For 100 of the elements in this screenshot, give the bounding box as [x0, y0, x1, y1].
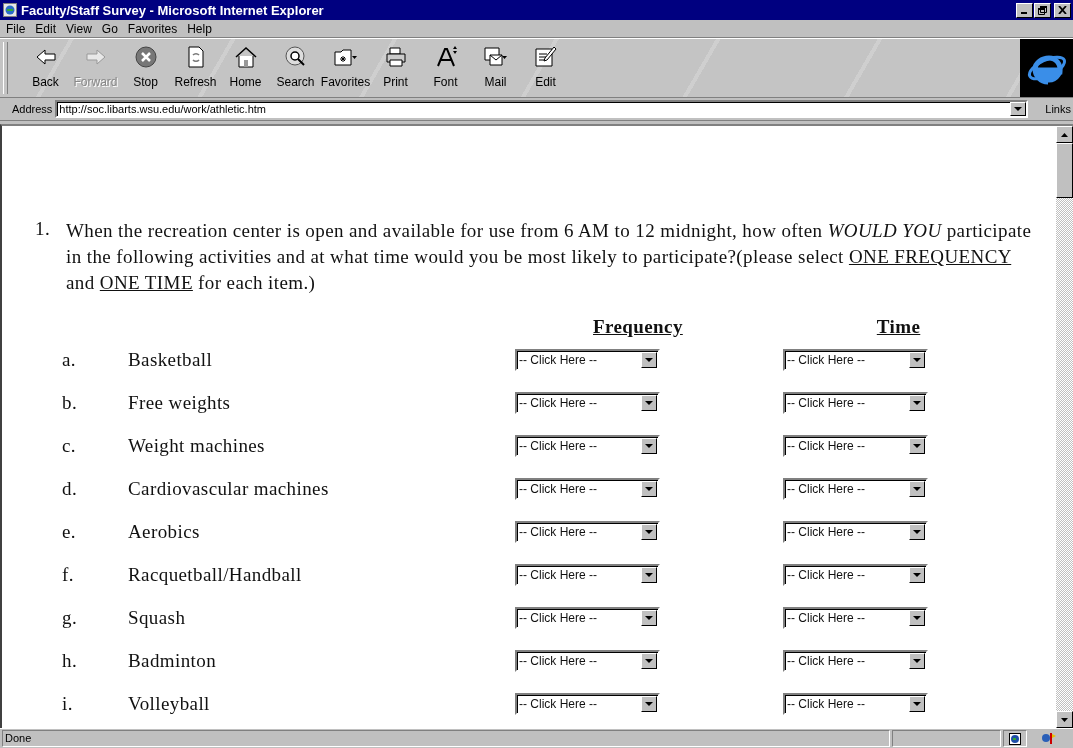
menu-item[interactable]: Help — [183, 21, 218, 36]
toolbar-button[interactable]: Stop — [122, 45, 169, 89]
address-label: Address — [12, 103, 53, 115]
menu-item[interactable]: Favorites — [123, 21, 184, 36]
dropdown-field[interactable]: -- Click Here -- — [783, 692, 928, 715]
address-field[interactable]: http://soc.libarts.wsu.edu/work/athletic.htm — [55, 100, 1029, 118]
dropdown-field[interactable]: -- Click Here -- — [783, 520, 928, 543]
dropdown-field[interactable]: -- Click Here -- — [783, 477, 928, 500]
activity-label: Volleyball — [128, 692, 211, 715]
item-letter: a. — [61, 348, 77, 371]
dropdown-field[interactable]: -- Click Here -- — [783, 649, 928, 672]
dropdown-field[interactable]: -- Click Here -- — [515, 391, 660, 414]
caret-icon — [913, 615, 921, 620]
caret-icon — [645, 486, 653, 491]
globe-icon — [1009, 732, 1021, 745]
caret-icon — [645, 701, 653, 706]
caret-icon — [913, 701, 921, 706]
dropdown-field[interactable]: -- Click Here -- — [515, 606, 660, 629]
activity-label: Aerobics — [128, 520, 201, 543]
caret-icon — [645, 443, 653, 448]
toolbar-button[interactable]: Back — [22, 45, 69, 89]
house-icon — [233, 45, 258, 69]
dropdown-field[interactable]: -- Click Here -- — [515, 649, 660, 672]
menu-item[interactable]: Go — [97, 21, 124, 36]
dropdown-field[interactable]: -- Click Here -- — [515, 692, 660, 715]
toolbar-button[interactable]: Print — [372, 45, 419, 89]
minimize-button[interactable] — [1016, 2, 1033, 18]
toolbar-button[interactable]: Font — [422, 45, 469, 89]
caret-icon — [913, 658, 921, 663]
dropdown-field[interactable]: -- Click Here -- — [783, 434, 928, 457]
column-header: Time — [876, 316, 921, 338]
question-number: 1. — [34, 218, 52, 241]
question-text: When the recreation center is open and available for use from 6 AM to 12 midnight, how often WOULD YOU participate in the following activities and at what time would you be most likely to participate?(please select ONE FREQUENCY and ONE TIME for each item.) — [66, 219, 1033, 295]
activity-label: Basketball — [128, 348, 214, 371]
caret-icon — [645, 615, 653, 620]
toolbar-button[interactable]: Edit — [522, 45, 569, 89]
dropdown-field[interactable]: -- Click Here -- — [515, 477, 660, 500]
item-letter: h. — [61, 649, 79, 672]
activity-label: Weight machines — [128, 434, 266, 457]
status-text: Done — [2, 730, 890, 747]
dropdown-field[interactable]: -- Click Here -- — [783, 348, 928, 371]
caret-icon — [645, 400, 653, 405]
caret-icon — [645, 572, 653, 577]
dropdown-field[interactable]: -- Click Here -- — [515, 520, 660, 543]
dropdown-field[interactable]: -- Click Here -- — [515, 348, 660, 371]
caret-icon — [645, 529, 653, 534]
column-header: Frequency — [593, 316, 683, 338]
toolbar-button[interactable]: Search — [272, 45, 319, 89]
toolbar-button[interactable]: Home — [222, 45, 269, 89]
caret-icon — [1014, 107, 1023, 111]
item-letter: g. — [61, 606, 79, 629]
item-letter: b. — [61, 391, 79, 414]
toolbar-button[interactable]: Favorites — [322, 45, 369, 89]
dropdown-field[interactable]: -- Click Here -- — [783, 563, 928, 586]
caret-icon — [645, 357, 653, 362]
page-icon — [3, 3, 17, 17]
caret-icon — [913, 400, 921, 405]
scroll-up-button[interactable] — [1056, 126, 1073, 143]
toolbar-button[interactable]: Refresh — [172, 45, 219, 89]
activity-label: Cardiovascular machines — [128, 477, 330, 500]
close-button[interactable] — [1054, 2, 1071, 18]
dropdown-field[interactable]: -- Click Here -- — [515, 563, 660, 586]
item-letter: c. — [61, 434, 77, 457]
activity-label: Racquetball/Handball — [128, 563, 303, 586]
item-letter: f. — [61, 563, 75, 586]
menu-item[interactable]: View — [62, 21, 98, 36]
item-letter: e. — [61, 520, 77, 543]
caret-icon — [913, 486, 921, 491]
dropdown-button[interactable] — [1010, 102, 1027, 116]
caret-icon — [913, 357, 921, 362]
envelope-icon — [482, 45, 509, 69]
down-arrow-icon — [1061, 717, 1068, 722]
menu-item[interactable]: Edit — [31, 21, 63, 36]
caret-icon — [913, 572, 921, 577]
scrollbar[interactable] — [1056, 126, 1073, 728]
search-icon — [283, 45, 308, 69]
scroll-down-button[interactable] — [1056, 711, 1073, 728]
stop-icon — [133, 45, 158, 69]
activity-label: Badminton — [128, 649, 218, 672]
notepad-pencil-icon — [533, 45, 558, 69]
scroll-thumb[interactable] — [1056, 143, 1073, 198]
printer-icon — [383, 45, 408, 69]
item-letter: d. — [61, 477, 79, 500]
up-arrow-icon — [1061, 132, 1068, 137]
caret-icon — [913, 529, 921, 534]
menu-item[interactable]: File — [2, 21, 32, 36]
links-button[interactable]: Links — [1045, 103, 1073, 115]
caret-icon — [645, 658, 653, 663]
restore-icon — [1038, 5, 1047, 15]
restore-button[interactable] — [1034, 2, 1051, 18]
activity-label: Free weights — [128, 391, 232, 414]
zone-icon — [1041, 732, 1057, 745]
dropdown-field[interactable]: -- Click Here -- — [783, 606, 928, 629]
item-letter: i. — [61, 692, 74, 715]
dropdown-field[interactable]: -- Click Here -- — [515, 434, 660, 457]
caret-icon — [913, 443, 921, 448]
window-title: Faculty/Staff Survey - Microsoft Internet Explorer — [21, 2, 325, 18]
dropdown-field[interactable]: -- Click Here -- — [783, 391, 928, 414]
activity-label: Squash — [128, 606, 187, 629]
toolbar-button[interactable]: Mail — [472, 45, 519, 89]
